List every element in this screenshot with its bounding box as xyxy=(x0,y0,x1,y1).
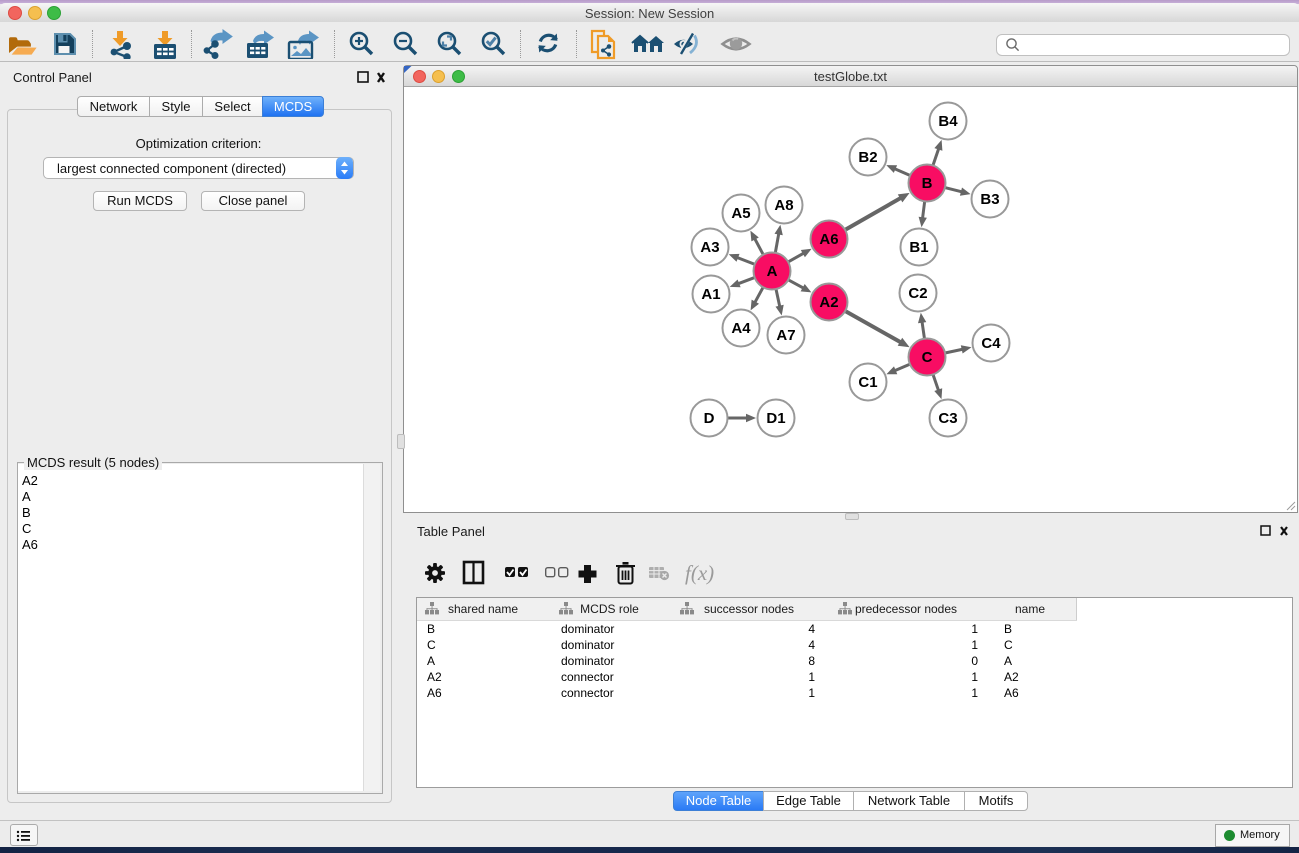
svg-text:A6: A6 xyxy=(819,231,838,248)
svg-text:D: D xyxy=(704,410,715,427)
svg-text:A7: A7 xyxy=(776,327,795,344)
svg-text:A2: A2 xyxy=(819,294,838,311)
svg-text:C2: C2 xyxy=(908,285,927,302)
svg-text:B1: B1 xyxy=(909,239,928,256)
svg-text:B2: B2 xyxy=(858,149,877,166)
svg-text:D1: D1 xyxy=(766,410,785,427)
svg-text:B3: B3 xyxy=(980,191,999,208)
svg-text:A5: A5 xyxy=(731,205,750,222)
svg-text:A8: A8 xyxy=(774,197,793,214)
svg-text:A1: A1 xyxy=(701,286,720,303)
svg-text:A4: A4 xyxy=(731,320,751,337)
svg-text:f(x): f(x) xyxy=(685,561,714,585)
svg-text:B4: B4 xyxy=(938,113,958,130)
svg-text:C1: C1 xyxy=(858,374,877,391)
svg-text:A: A xyxy=(767,263,778,280)
svg-text:A3: A3 xyxy=(700,239,719,256)
svg-text:C4: C4 xyxy=(981,335,1001,352)
svg-text:C: C xyxy=(922,349,933,366)
svg-text:B: B xyxy=(922,175,933,192)
svg-text:C3: C3 xyxy=(938,410,957,427)
